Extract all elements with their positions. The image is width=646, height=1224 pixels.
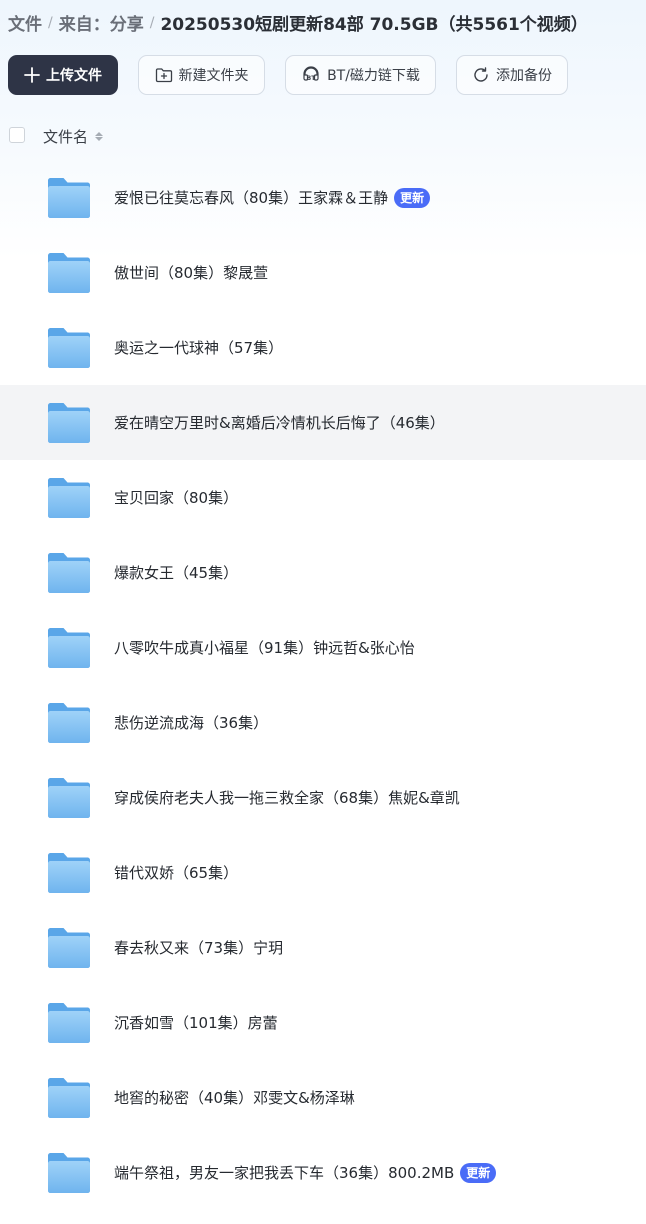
file-name-text: 穿成侯府老夫人我一拖三救全家（68集）焦妮&章凯	[114, 789, 460, 807]
new-folder-button[interactable]: 新建文件夹	[138, 55, 265, 95]
file-row[interactable]: 端午祭祖，男友一家把我丢下车（36集）800.2MB 更新	[0, 1135, 646, 1210]
file-row[interactable]: 八零吹牛成真小福星（91集）钟远哲&张心怡	[0, 610, 646, 685]
file-row[interactable]: 春去秋又来（73集）宁玥	[0, 910, 646, 985]
file-row[interactable]: 奥运之一代球神（57集）	[0, 310, 646, 385]
file-name[interactable]: 爱在晴空万里时&离婚后冷情机长后悔了（46集）	[114, 412, 445, 433]
file-name[interactable]: 沉香如雪（101集）房蕾	[114, 1012, 278, 1033]
add-backup-button[interactable]: 添加备份	[456, 55, 568, 95]
bt-icon: BT	[301, 66, 321, 84]
file-row[interactable]: 爱恨已往莫忘春风（80集）王家霖＆王静 更新	[0, 160, 646, 235]
file-name[interactable]: 悲伤逆流成海（36集）	[114, 712, 268, 733]
folder-icon	[46, 1001, 92, 1045]
folder-icon	[46, 1076, 92, 1120]
file-name-text: 奥运之一代球神（57集）	[114, 339, 284, 357]
sync-icon	[472, 66, 490, 84]
file-name-text: 地窖的秘密（40集）邓雯文&杨泽琳	[114, 1089, 355, 1107]
file-name-text: 错代双娇（65集）	[114, 864, 239, 882]
file-name[interactable]: 爱恨已往莫忘春风（80集）王家霖＆王静 更新	[114, 187, 431, 208]
breadcrumb-item-shared[interactable]: 来自：分享	[59, 10, 144, 35]
folder-icon	[46, 551, 92, 595]
file-name[interactable]: 傲世间（80集）黎晟萱	[114, 262, 268, 283]
file-row[interactable]: 沉香如雪（101集）房蕾	[0, 985, 646, 1060]
file-row[interactable]: 爱在晴空万里时&离婚后冷情机长后悔了（46集）	[0, 385, 646, 460]
file-name[interactable]: 宝贝回家（80集）	[114, 487, 238, 508]
file-row[interactable]: 傲世间（80集）黎晟萱	[0, 235, 646, 310]
svg-text:BT: BT	[307, 75, 317, 82]
file-name[interactable]: 八零吹牛成真小福星（91集）钟远哲&张心怡	[114, 637, 415, 658]
folder-icon	[46, 401, 92, 445]
new-folder-label: 新建文件夹	[178, 68, 249, 84]
folder-icon	[46, 776, 92, 820]
folder-icon	[46, 476, 92, 520]
file-name-text: 宝贝回家（80集）	[114, 489, 239, 507]
bt-magnet-download-label: BT/磁力链下载	[327, 68, 420, 84]
file-name[interactable]: 奥运之一代球神（57集）	[114, 337, 283, 358]
file-name-text: 傲世间（80集）黎晟萱	[114, 264, 269, 282]
folder-plus-icon	[155, 67, 173, 83]
file-name-text: 爱恨已往莫忘春风（80集）王家霖＆王静	[114, 189, 389, 207]
toolbar: 上传文件 新建文件夹 BT BT/磁力链下载 添加备份	[8, 55, 568, 95]
breadcrumb-item-files[interactable]: 文件	[8, 10, 42, 35]
bt-magnet-download-button[interactable]: BT BT/磁力链下载	[285, 55, 436, 95]
file-name[interactable]: 穿成侯府老夫人我一拖三救全家（68集）焦妮&章凯	[114, 787, 460, 808]
folder-icon	[46, 176, 92, 220]
breadcrumb-current-folder: 20250530短剧更新84部 70.5GB（共5561个视频）	[160, 15, 588, 35]
file-name[interactable]: 爆款女王（45集）	[114, 562, 238, 583]
file-name-text: 爱在晴空万里时&离婚后冷情机长后悔了（46集）	[114, 414, 445, 432]
folder-icon	[46, 251, 92, 295]
file-name-text: 悲伤逆流成海（36集）	[114, 714, 269, 732]
breadcrumb-separator: /	[48, 14, 53, 31]
plus-icon	[24, 67, 40, 83]
upload-file-button[interactable]: 上传文件	[8, 55, 118, 95]
folder-icon	[46, 1151, 92, 1195]
file-name-text: 爆款女王（45集）	[114, 564, 239, 582]
file-list: 爱恨已往莫忘春风（80集）王家霖＆王静 更新 傲世间（80集）黎晟萱 奥运之一代…	[0, 160, 646, 1210]
update-badge: 更新	[460, 1162, 497, 1183]
file-name[interactable]: 春去秋又来（73集）宁玥	[114, 937, 283, 958]
file-name-text: 春去秋又来（73集）宁玥	[114, 939, 284, 957]
file-row[interactable]: 宝贝回家（80集）	[0, 460, 646, 535]
add-backup-label: 添加备份	[496, 68, 552, 84]
update-badge: 更新	[394, 187, 431, 208]
file-row[interactable]: 地窖的秘密（40集）邓雯文&杨泽琳	[0, 1060, 646, 1135]
folder-icon	[46, 701, 92, 745]
file-row[interactable]: 悲伤逆流成海（36集）	[0, 685, 646, 760]
file-name-text: 端午祭祖，男友一家把我丢下车（36集）800.2MB	[114, 1164, 455, 1182]
folder-icon	[46, 326, 92, 370]
folder-icon	[46, 926, 92, 970]
file-row[interactable]: 爆款女王（45集）	[0, 535, 646, 610]
column-header-filename[interactable]: 文件名	[43, 126, 104, 147]
breadcrumb-separator: /	[149, 14, 155, 31]
folder-icon	[46, 626, 92, 670]
sort-icon[interactable]	[95, 132, 104, 141]
folder-icon	[46, 851, 92, 895]
file-name-text: 沉香如雪（101集）房蕾	[114, 1014, 278, 1032]
file-row[interactable]: 穿成侯府老夫人我一拖三救全家（68集）焦妮&章凯	[0, 760, 646, 835]
file-list-header: 文件名	[0, 120, 646, 152]
file-name[interactable]: 地窖的秘密（40集）邓雯文&杨泽琳	[114, 1087, 355, 1108]
file-row[interactable]: 错代双娇（65集）	[0, 835, 646, 910]
file-name-text: 八零吹牛成真小福星（91集）钟远哲&张心怡	[114, 639, 415, 657]
breadcrumb: 文件 / 来自：分享 / 20250530短剧更新84部 70.5GB（共556…	[8, 10, 588, 36]
column-header-filename-label: 文件名	[43, 128, 89, 146]
upload-file-label: 上传文件	[46, 68, 102, 84]
file-name[interactable]: 端午祭祖，男友一家把我丢下车（36集）800.2MB 更新	[114, 1162, 497, 1183]
select-all-checkbox[interactable]	[9, 127, 25, 143]
file-name[interactable]: 错代双娇（65集）	[114, 862, 238, 883]
